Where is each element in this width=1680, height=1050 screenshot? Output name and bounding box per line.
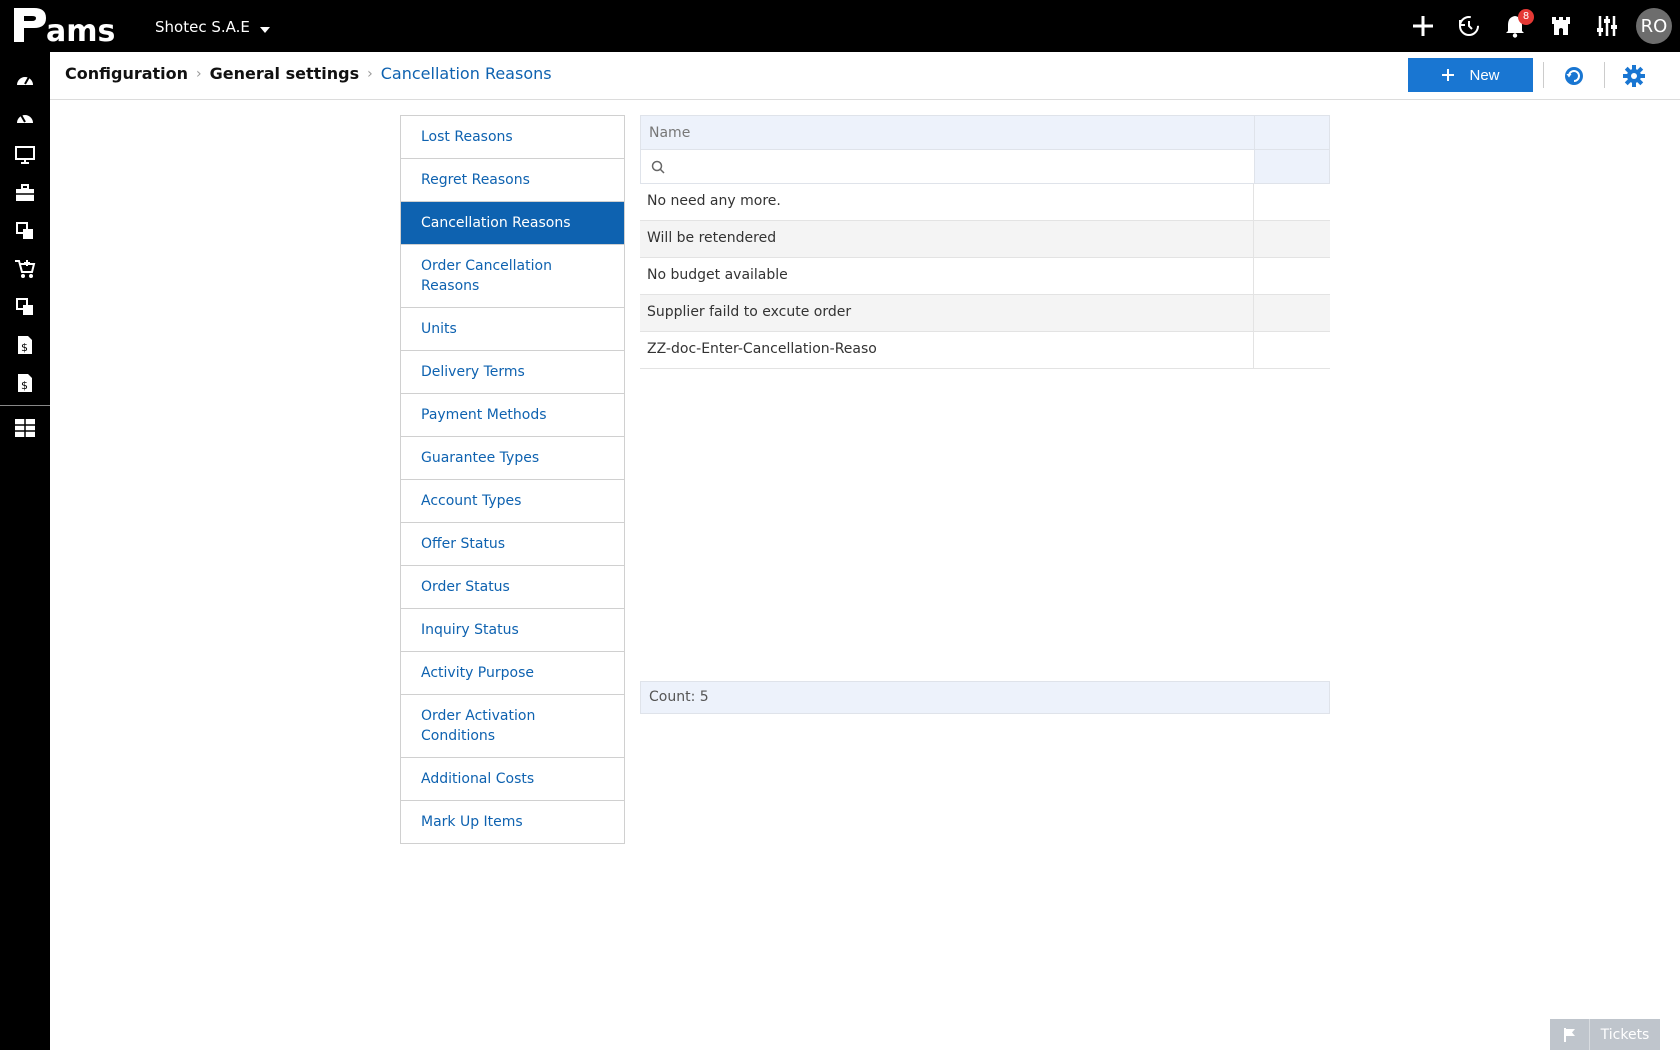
cart-icon[interactable]	[0, 250, 50, 288]
toolbar-divider	[1604, 62, 1605, 88]
menu-item-lost-reasons[interactable]: Lost Reasons	[401, 116, 624, 159]
row-actions-cell	[1254, 184, 1330, 220]
breadcrumb-configuration[interactable]: Configuration	[65, 64, 188, 83]
breadcrumb-current: Cancellation Reasons	[380, 64, 552, 83]
table-row[interactable]: ZZ-doc-Enter-Cancellation-Reaso	[640, 332, 1330, 369]
monitor-icon[interactable]	[0, 136, 50, 174]
menu-item-guarantee-types[interactable]: Guarantee Types	[401, 437, 624, 480]
row-name-cell: Supplier faild to excute order	[640, 295, 1254, 331]
row-actions-cell	[1254, 295, 1330, 331]
invoice-icon[interactable]: $	[0, 326, 50, 364]
chevron-right-icon: ›	[196, 65, 202, 82]
sliders-icon[interactable]	[1584, 0, 1630, 52]
tickets-button[interactable]: Tickets	[1550, 1019, 1660, 1050]
row-actions-cell	[1254, 221, 1330, 257]
menu-item-order-status[interactable]: Order Status	[401, 566, 624, 609]
menu-item-order-activation-conditions[interactable]: Order Activation Conditions	[401, 695, 624, 758]
left-nav: $ $	[0, 52, 50, 1050]
plus-icon	[1442, 69, 1455, 81]
files-icon[interactable]	[0, 288, 50, 326]
tickets-label: Tickets	[1600, 1026, 1650, 1043]
reports-icon[interactable]	[0, 409, 50, 447]
app-logo[interactable]: ams	[10, 4, 132, 46]
menu-item-activity-purpose[interactable]: Activity Purpose	[401, 652, 624, 695]
row-name-cell: No budget available	[640, 258, 1254, 294]
svg-text:$: $	[21, 379, 28, 392]
menu-item-order-cancellation-reasons[interactable]: Order Cancellation Reasons	[401, 245, 624, 308]
grid-header: Name	[640, 115, 1330, 150]
add-icon[interactable]	[1400, 0, 1446, 52]
menu-item-mark-up-items[interactable]: Mark Up Items	[401, 801, 624, 843]
refresh-icon[interactable]	[1562, 64, 1586, 88]
menu-item-additional-costs[interactable]: Additional Costs	[401, 758, 624, 801]
notifications-icon[interactable]: 8	[1492, 0, 1538, 52]
caret-down-icon	[259, 27, 270, 33]
castle-icon[interactable]	[1538, 0, 1584, 52]
company-name: Shotec S.A.E	[155, 18, 250, 36]
svg-text:ams: ams	[46, 14, 115, 46]
grid-filter-row	[640, 150, 1330, 184]
row-actions-cell	[1254, 332, 1330, 368]
grid-count: Count: 5	[640, 681, 1330, 714]
dashboard-icon[interactable]	[0, 60, 50, 98]
row-name-cell: Will be retendered	[640, 221, 1254, 257]
company-selector[interactable]: Shotec S.A.E	[155, 18, 270, 36]
name-filter-input[interactable]	[671, 158, 1254, 175]
briefcase-icon[interactable]	[0, 174, 50, 212]
page-header: Configuration › General settings › Cance…	[50, 52, 1680, 100]
row-name-cell: No need any more.	[640, 184, 1254, 220]
menu-item-payment-methods[interactable]: Payment Methods	[401, 394, 624, 437]
speedometer-icon[interactable]	[0, 98, 50, 136]
menu-item-delivery-terms[interactable]: Delivery Terms	[401, 351, 624, 394]
top-actions: 8 RO	[1400, 0, 1680, 52]
documents-icon[interactable]	[0, 212, 50, 250]
row-actions-cell	[1254, 258, 1330, 294]
new-button-label: New	[1469, 66, 1500, 84]
breadcrumb-general-settings[interactable]: General settings	[210, 64, 360, 83]
user-avatar[interactable]: RO	[1636, 8, 1672, 44]
gear-icon[interactable]	[1622, 64, 1646, 88]
menu-item-regret-reasons[interactable]: Regret Reasons	[401, 159, 624, 202]
table-row[interactable]: Will be retendered	[640, 221, 1330, 258]
column-header-name[interactable]: Name	[641, 116, 1255, 149]
table-row[interactable]: No need any more.	[640, 184, 1330, 221]
chevron-right-icon: ›	[367, 65, 373, 82]
menu-item-units[interactable]: Units	[401, 308, 624, 351]
history-icon[interactable]	[1446, 0, 1492, 52]
notification-badge: 8	[1518, 9, 1534, 25]
settings-menu: Lost Reasons Regret Reasons Cancellation R…	[400, 115, 625, 844]
menu-item-cancellation-reasons[interactable]: Cancellation Reasons	[401, 202, 624, 245]
breadcrumb: Configuration › General settings › Cance…	[65, 64, 552, 83]
column-header-actions	[1255, 116, 1329, 149]
search-icon	[651, 160, 665, 174]
name-filter-cell	[641, 150, 1255, 183]
grid-body: No need any more. Will be retendered No bu…	[640, 184, 1330, 369]
menu-item-inquiry-status[interactable]: Inquiry Status	[401, 609, 624, 652]
filter-actions-cell	[1255, 150, 1329, 183]
table-row[interactable]: No budget available	[640, 258, 1330, 295]
menu-item-account-types[interactable]: Account Types	[401, 480, 624, 523]
row-name-cell: ZZ-doc-Enter-Cancellation-Reaso	[640, 332, 1254, 368]
payment-document-icon[interactable]: $	[0, 364, 50, 402]
menu-item-offer-status[interactable]: Offer Status	[401, 523, 624, 566]
flag-icon	[1550, 1019, 1590, 1050]
cancellation-reasons-grid: Name No need any more. Will be retendered…	[640, 115, 1330, 369]
table-row[interactable]: Supplier faild to excute order	[640, 295, 1330, 332]
svg-text:$: $	[21, 341, 28, 354]
top-bar: ams Shotec S.A.E 8 RO	[0, 0, 1680, 52]
nav-divider	[0, 405, 50, 406]
toolbar-divider	[1543, 62, 1544, 88]
new-button[interactable]: New	[1408, 58, 1533, 92]
